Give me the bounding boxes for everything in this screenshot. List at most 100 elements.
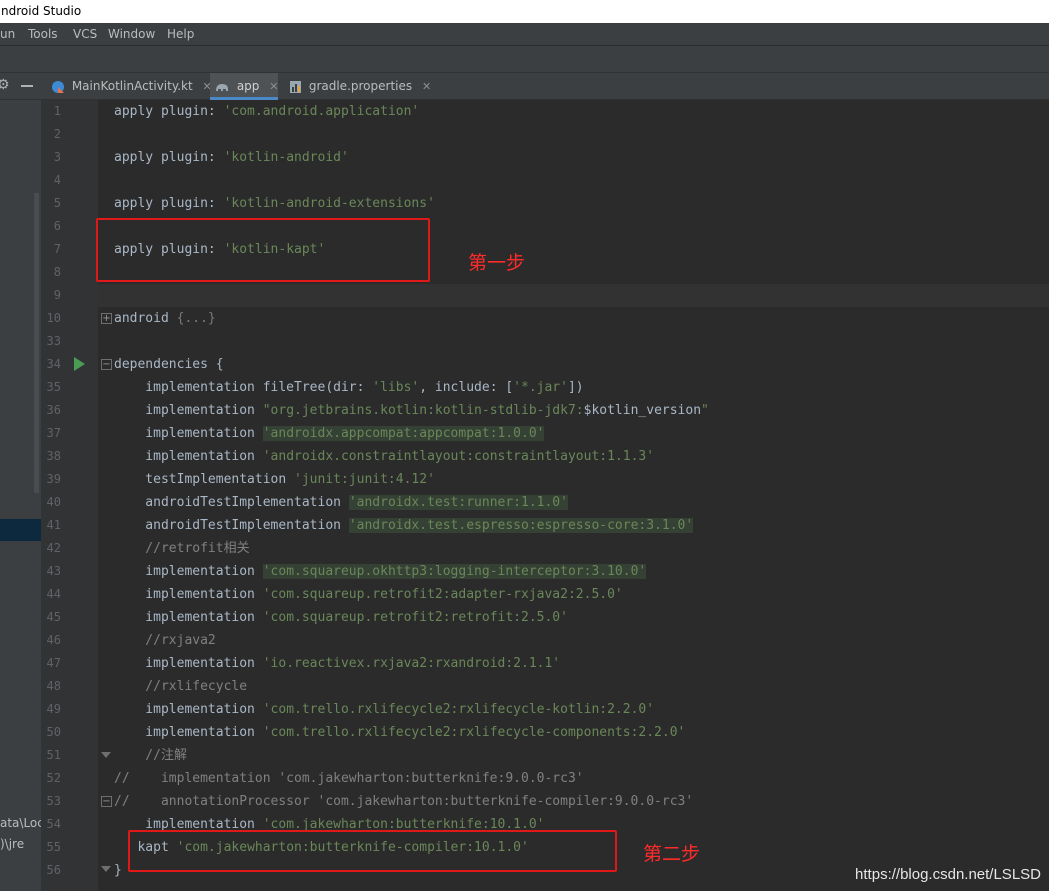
annotation-step1: 第一步 [468, 252, 526, 274]
project-tree-selected-row[interactable] [0, 519, 41, 541]
project-tree-path: )\jre [0, 837, 25, 851]
hide-panel-icon[interactable] [21, 85, 33, 87]
tab-gradle-properties[interactable]: gradle.properties ✕ [285, 73, 435, 100]
project-tree-path: ata\Loca [0, 816, 41, 830]
code-line: androidTestImplementation 'androidx.test… [114, 514, 694, 537]
line-number: 33 [46, 334, 61, 348]
annotation-box-step1 [96, 218, 430, 282]
code-token: apply plugin: [114, 104, 224, 119]
line-number: 43 [46, 564, 61, 578]
code-token: apply plugin: [114, 150, 224, 165]
line-number: 10 [46, 311, 61, 325]
code-token: 'androidx.appcompat:appcompat:1.0.0' [262, 426, 545, 441]
line-number: 3 [53, 150, 61, 164]
code-token: implementation [114, 725, 263, 740]
line-number: 50 [46, 725, 61, 739]
editor-tab-bar: MainKotlinActivity.kt ✕ app ✕ gradle.pro… [41, 73, 1049, 100]
close-icon[interactable]: ✕ [422, 80, 431, 93]
code-token: " [701, 403, 709, 418]
code-token: 'kotlin-android-extensions' [223, 196, 435, 211]
code-line: //rxjava2 [114, 629, 216, 652]
code-line: dependencies { [114, 353, 224, 376]
menu-help[interactable]: Help [167, 23, 194, 45]
line-number: 42 [46, 541, 61, 555]
line-number: 55 [46, 840, 61, 854]
code-line: implementation 'com.trello.rxlifecycle2:… [114, 698, 654, 721]
code-token: implementation [114, 449, 263, 464]
code-token: //rxjava2 [114, 633, 216, 648]
code-line: implementation 'com.squareup.retrofit2:r… [114, 606, 568, 629]
close-icon[interactable]: ✕ [269, 80, 278, 93]
fold-end-icon[interactable] [101, 866, 111, 872]
line-number: 44 [46, 587, 61, 601]
line-number: 7 [53, 242, 61, 256]
line-number: 6 [53, 219, 61, 233]
line-number: 34 [46, 357, 61, 371]
code-line: apply plugin: 'kotlin-android' [114, 146, 349, 169]
code-line: // annotationProcessor 'com.jakewharton:… [114, 790, 693, 813]
code-line: //retrofit相关 [114, 537, 249, 560]
line-number: 53 [46, 794, 61, 808]
code-token: apply plugin: [114, 196, 224, 211]
tab-mainkotlinactivity[interactable]: MainKotlinActivity.kt ✕ [47, 73, 212, 100]
code-token: android [114, 311, 177, 326]
tab-label: MainKotlinActivity.kt [71, 79, 193, 93]
line-number: 51 [46, 748, 61, 762]
menu-run[interactable]: un [0, 23, 15, 45]
line-number: 5 [53, 196, 61, 210]
code-token: '*.jar' [513, 380, 568, 395]
code-line: implementation 'androidx.appcompat:appco… [114, 422, 545, 445]
code-token: // annotationProcessor 'com.jakewharton:… [114, 794, 694, 809]
line-number: 47 [46, 656, 61, 670]
code-token: testImplementation [114, 472, 295, 487]
gear-icon[interactable]: ⚙ [0, 77, 10, 93]
line-number: 40 [46, 495, 61, 509]
code-line: android {...} [114, 307, 216, 330]
code-token: implementation [114, 426, 263, 441]
fold-end-icon[interactable] [101, 752, 111, 758]
code-token: } [114, 863, 122, 878]
line-number: 45 [46, 610, 61, 624]
code-line: implementation "org.jetbrains.kotlin:kot… [114, 399, 709, 422]
code-token: 'androidx.test:runner:1.1.0' [348, 495, 568, 510]
line-number: 35 [46, 380, 61, 394]
code-line: implementation 'com.squareup.retrofit2:a… [114, 583, 623, 606]
properties-file-icon [290, 80, 301, 93]
current-line-highlight [98, 284, 1049, 307]
code-token: implementation [114, 587, 263, 602]
code-line: apply plugin: 'kotlin-android-extensions… [114, 192, 435, 215]
code-line: implementation 'io.reactivex.rxjava2:rxa… [114, 652, 560, 675]
line-number: 54 [46, 817, 61, 831]
code-token: ]) [567, 380, 584, 395]
code-line: implementation fileTree(dir: 'libs', inc… [114, 376, 584, 399]
fold-expand-icon[interactable]: + [101, 313, 112, 324]
window-title-bar: ndroid Studio [0, 0, 1049, 23]
code-token: 'com.squareup.retrofit2:adapter-rxjava2:… [262, 587, 623, 602]
code-token: // implementation 'com.jakewharton:butte… [114, 771, 584, 786]
code-token: , include: [ [419, 380, 514, 395]
code-line: implementation 'com.trello.rxlifecycle2:… [114, 721, 685, 744]
run-icon[interactable] [74, 357, 85, 371]
code-line: apply plugin: 'com.android.application' [114, 100, 419, 123]
tab-app[interactable]: app ✕ [210, 73, 278, 100]
code-line: testImplementation 'junit:junit:4.12' [114, 468, 435, 491]
tab-label: app [236, 79, 260, 93]
line-number: 4 [53, 173, 61, 187]
line-number: 38 [46, 449, 61, 463]
line-number: 52 [46, 771, 61, 785]
project-panel-scrollbar[interactable] [34, 193, 39, 493]
code-line: implementation 'androidx.constraintlayou… [114, 445, 654, 468]
code-token: 'com.squareup.okhttp3:logging-intercepto… [262, 564, 647, 579]
code-token: //rxlifecycle [114, 679, 248, 694]
annotation-step2: 第二步 [643, 843, 701, 865]
code-token: implementation [114, 702, 263, 717]
line-number: 48 [46, 679, 61, 693]
code-token: implementation [114, 656, 263, 671]
menu-window[interactable]: Window [108, 23, 155, 45]
menu-tools[interactable]: Tools [28, 23, 58, 45]
fold-collapse-icon[interactable]: − [101, 359, 112, 370]
menu-vcs[interactable]: VCS [73, 23, 97, 45]
fold-collapse-icon[interactable]: − [101, 796, 112, 807]
tab-label: gradle.properties [308, 79, 413, 93]
code-token: implementation fileTree(dir: [114, 380, 373, 395]
